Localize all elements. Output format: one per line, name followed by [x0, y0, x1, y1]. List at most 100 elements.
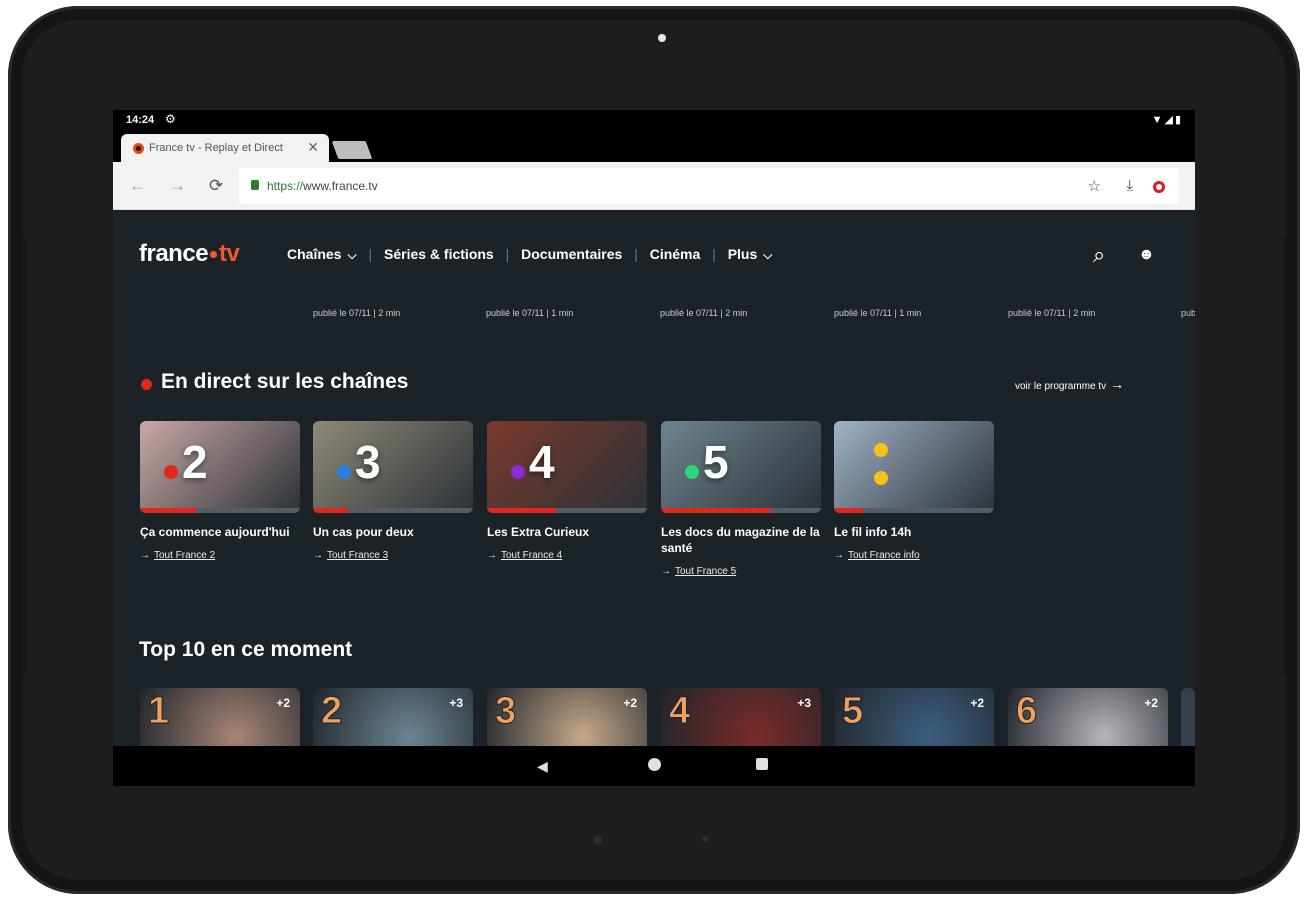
program-title[interactable]: Le fil info 14h: [834, 524, 994, 540]
status-icons: ▼◢▮: [1151, 114, 1183, 126]
sensor-left: [594, 836, 602, 844]
channel-thumbnail[interactable]: 2: [140, 421, 300, 513]
top10-card[interactable]: 3 +2: [487, 688, 647, 746]
live-progress-bar: [661, 508, 821, 513]
top10-rank: 5: [841, 690, 864, 732]
channel-link[interactable]: → Tout France info: [834, 550, 994, 561]
speaker-grille-left: [22, 236, 26, 676]
channel-number: 4: [529, 436, 555, 488]
episode-count-badge: +2: [623, 696, 637, 710]
live-channel-card[interactable]: 2 Ça commence aujourd'hui → Tout France 2: [140, 421, 300, 561]
browser-tab-strip: France tv - Replay et Direct ✕: [113, 132, 1195, 162]
opera-icon[interactable]: [1153, 181, 1165, 193]
bookmark-star-icon[interactable]: ☆: [1088, 177, 1101, 195]
address-bar[interactable]: https://www.france.tv ☆ ⤓: [239, 168, 1179, 204]
arrow-right-icon: →: [661, 566, 671, 577]
live-channel-card[interactable]: Le fil info 14h → Tout France info: [834, 421, 994, 561]
episode-count-badge: +2: [1144, 696, 1158, 710]
status-bar: 14:24 ⚙ ▼◢▮: [113, 110, 1195, 132]
front-camera: [658, 34, 666, 42]
browser-toolbar: ← → ⟳ https://www.france.tv ☆ ⤓: [113, 162, 1195, 210]
gear-icon: ⚙: [165, 112, 176, 126]
reload-icon[interactable]: ⟳: [209, 176, 223, 196]
top10-card-partial[interactable]: [1181, 688, 1195, 746]
live-channel-card[interactable]: 3 Un cas pour deux → Tout France 3: [313, 421, 473, 561]
top10-card[interactable]: 4 +3: [661, 688, 821, 746]
back-triangle-icon[interactable]: ◀: [537, 758, 548, 775]
channel-link[interactable]: → Tout France 4: [487, 550, 647, 561]
recent-apps-square-icon[interactable]: [756, 758, 768, 770]
published-date: publié le 07/11 | 1 min: [486, 308, 574, 318]
published-date: publié le 07/11 | 1 min: [834, 308, 922, 318]
program-title[interactable]: Les docs du magazine de la santé: [661, 524, 821, 556]
account-icon[interactable]: ☻: [1138, 246, 1155, 264]
sensor-right: [702, 836, 708, 842]
top10-rank: 1: [147, 690, 170, 732]
channel-thumbnail[interactable]: 4: [487, 421, 647, 513]
status-time: 14:24: [126, 114, 155, 126]
episode-count-badge: +3: [797, 696, 811, 710]
lock-icon: [251, 180, 259, 190]
tv-program-link[interactable]: voir le programme tv →: [1015, 376, 1124, 392]
channel-number: 3: [355, 436, 381, 488]
top10-card[interactable]: 6 +2: [1008, 688, 1168, 746]
channel-link[interactable]: → Tout France 3: [313, 550, 473, 561]
nav-cinema[interactable]: Cinéma: [650, 246, 701, 262]
published-date: publié le 07/11 | 2 min: [660, 308, 748, 318]
main-navigation: Chaînes ⌵ | Séries & fictions | Documenta…: [287, 246, 773, 263]
published-date: publié le 07/11 | 2 min: [1008, 308, 1096, 318]
episode-count-badge: +2: [276, 696, 290, 710]
new-tab-button[interactable]: [331, 141, 373, 159]
top10-card[interactable]: 5 +2: [834, 688, 994, 746]
nav-chaines[interactable]: Chaînes ⌵: [287, 246, 357, 263]
nav-series-fictions[interactable]: Séries & fictions: [384, 246, 494, 262]
live-progress-bar: [313, 508, 473, 513]
published-date: publi: [1181, 308, 1195, 318]
nav-documentaires[interactable]: Documentaires: [521, 246, 622, 262]
channel-link[interactable]: → Tout France 5: [661, 566, 821, 577]
arrow-right-icon: →: [834, 550, 844, 561]
browser-tab[interactable]: France tv - Replay et Direct ✕: [121, 134, 329, 162]
program-title[interactable]: Ça commence aujourd'hui: [140, 524, 300, 540]
program-title[interactable]: Un cas pour deux: [313, 524, 473, 540]
channel-thumbnail[interactable]: 3: [313, 421, 473, 513]
speaker-grille-right: [1282, 236, 1286, 676]
episode-count-badge: +2: [970, 696, 984, 710]
channel-link[interactable]: → Tout France 2: [140, 550, 300, 561]
program-title[interactable]: Les Extra Curieux: [487, 524, 647, 540]
live-indicator-icon: [141, 379, 152, 390]
arrow-right-icon: →: [1110, 376, 1125, 392]
home-circle-icon[interactable]: [648, 758, 661, 771]
channel-thumbnail[interactable]: 5: [661, 421, 821, 513]
live-progress-bar: [834, 508, 994, 513]
top10-rank: 3: [494, 690, 517, 732]
live-progress-bar: [487, 508, 647, 513]
close-tab-icon[interactable]: ✕: [307, 139, 319, 156]
live-channel-card[interactable]: 5 Les docs du magazine de la santé → Tout F…: [661, 421, 821, 577]
arrow-right-icon: →: [313, 550, 323, 561]
url-text[interactable]: https://www.france.tv: [267, 179, 378, 193]
device-screen: 14:24 ⚙ ▼◢▮ France tv - Replay et Direct…: [113, 110, 1195, 786]
live-channel-card[interactable]: 4 Les Extra Curieux → Tout France 4: [487, 421, 647, 561]
channel-thumbnail[interactable]: [834, 421, 994, 513]
android-nav-bar: ◀: [113, 746, 1195, 786]
arrow-right-icon: →: [140, 550, 150, 561]
nav-plus[interactable]: Plus ⌵: [728, 246, 773, 263]
channel-number: 5: [703, 436, 729, 488]
top10-card[interactable]: 1 +2: [140, 688, 300, 746]
live-section-title: En direct sur les chaînes: [161, 370, 409, 393]
channel-number: 2: [182, 436, 208, 488]
channel-dot-icon: [874, 471, 888, 485]
browser-tab-title: France tv - Replay et Direct: [149, 142, 283, 154]
top10-card[interactable]: 2 +3: [313, 688, 473, 746]
arrow-right-icon: →: [487, 550, 497, 561]
search-icon[interactable]: ⌕: [1093, 242, 1105, 268]
back-arrow-icon[interactable]: ←: [129, 176, 146, 196]
france-tv-logo[interactable]: france tv: [139, 240, 240, 268]
top10-rank: 6: [1015, 690, 1038, 732]
chevron-down-icon: ⌵: [763, 248, 773, 262]
download-icon[interactable]: ⤓: [1126, 177, 1133, 194]
favicon-icon: [133, 143, 144, 154]
forward-arrow-icon[interactable]: →: [169, 176, 186, 196]
published-date: publié le 07/11 | 2 min: [313, 308, 401, 318]
